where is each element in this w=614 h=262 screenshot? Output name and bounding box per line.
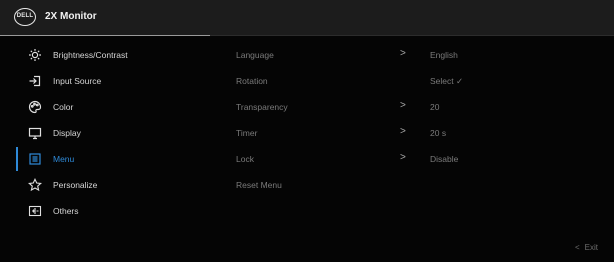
header-divider <box>0 35 614 36</box>
chevron-right-icon: > <box>400 126 406 137</box>
submenu-item-label: Language <box>236 50 274 60</box>
value-label: 20 s <box>430 128 447 138</box>
submenu-item-label: Lock <box>236 154 254 164</box>
monitor-osd: DELL 2X Monitor Brightness/Contrast Inpu <box>0 0 614 262</box>
submenu-values: English Select ✓ 20 20 s Disable <box>430 42 600 172</box>
osd-title: 2X Monitor <box>45 11 97 22</box>
submenu-item-label: Rotation <box>236 76 268 86</box>
menu-item-input-source[interactable]: Input Source <box>0 68 210 94</box>
menu-item-label: Menu <box>53 154 75 164</box>
display-icon <box>28 126 42 140</box>
exit-button[interactable]: < Exit <box>575 243 598 252</box>
value-label: Disable <box>430 154 459 164</box>
value-label: 20 <box>430 102 440 112</box>
others-icon <box>28 204 42 218</box>
brightness-icon <box>28 48 42 62</box>
chevron-right-icon: > <box>400 100 406 111</box>
menu-item-label: Display <box>53 128 81 138</box>
submenu-item-label: Transparency <box>236 102 288 112</box>
menu-item-personalize[interactable]: Personalize <box>0 172 210 198</box>
value-lock: Disable <box>430 146 600 172</box>
submenu-item-label: Timer <box>236 128 258 138</box>
submenu-item-label: Reset Menu <box>236 180 282 190</box>
menu-item-label: Input Source <box>53 76 102 86</box>
menu-item-menu[interactable]: Menu <box>0 146 210 172</box>
menu-item-color[interactable]: Color <box>0 94 210 120</box>
menu-item-label: Personalize <box>53 180 98 190</box>
menu-item-label: Others <box>53 206 79 216</box>
dell-logo: DELL <box>14 8 36 26</box>
active-indicator <box>16 147 18 171</box>
menu-icon <box>28 152 42 166</box>
menu-item-brightness-contrast[interactable]: Brightness/Contrast <box>0 42 210 68</box>
chevron-right-icon: > <box>400 48 406 59</box>
star-icon <box>28 178 42 192</box>
chevron-left-icon: < <box>575 243 580 252</box>
value-label: Select ✓ <box>430 76 464 86</box>
value-label: English <box>430 50 458 60</box>
menu-item-display[interactable]: Display <box>0 120 210 146</box>
menu-item-label: Color <box>53 102 74 112</box>
menu-item-others[interactable]: Others <box>0 198 210 224</box>
input-source-icon <box>28 74 42 88</box>
color-icon <box>28 100 42 114</box>
chevron-right-icon: > <box>400 152 406 163</box>
value-transparency: 20 <box>430 94 600 120</box>
value-timer: 20 s <box>430 120 600 146</box>
submenu-item-reset-menu[interactable]: Reset Menu <box>236 172 476 198</box>
value-language: English <box>430 42 600 68</box>
main-menu: Brightness/Contrast Input Source Color D… <box>0 42 210 224</box>
header-divider-active <box>0 35 210 36</box>
exit-label: Exit <box>584 243 599 252</box>
osd-header: DELL 2X Monitor <box>0 0 614 36</box>
menu-item-label: Brightness/Contrast <box>53 50 128 60</box>
value-rotation: Select ✓ <box>430 68 600 94</box>
